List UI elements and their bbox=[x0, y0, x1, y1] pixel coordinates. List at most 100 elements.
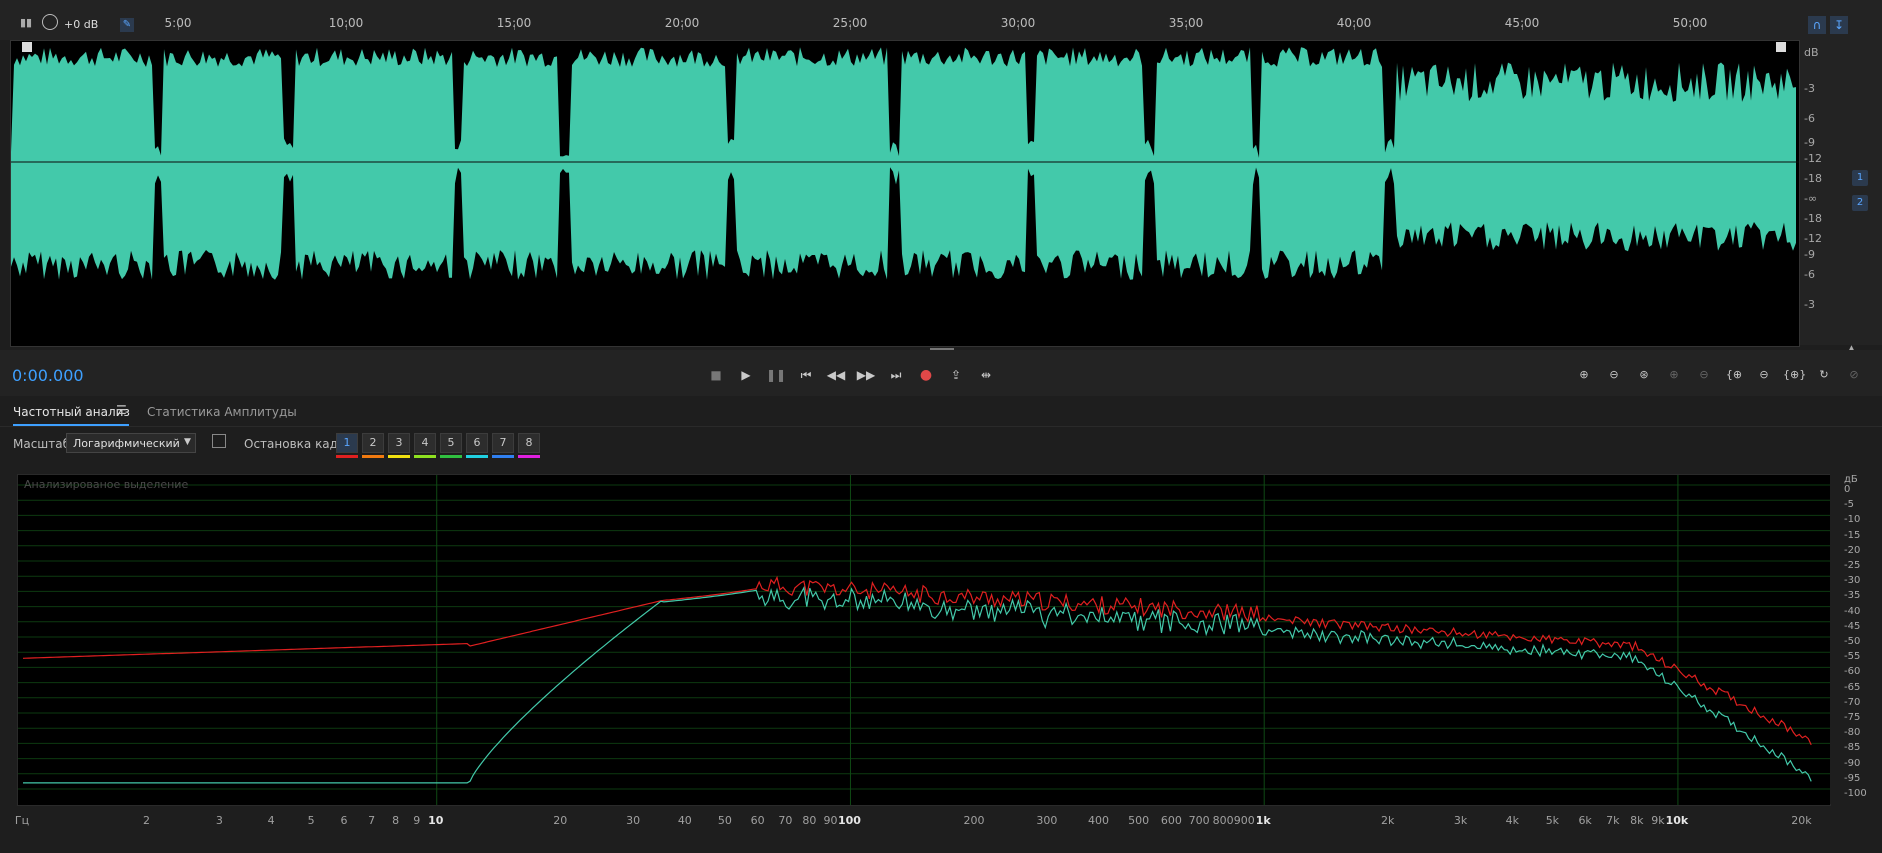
frequency-label: 700 bbox=[1188, 814, 1210, 827]
frequency-label: 5 bbox=[307, 814, 315, 827]
pause-button[interactable]: ❚❚ bbox=[765, 364, 787, 386]
freeze-frame-button-8[interactable]: 8 bbox=[518, 433, 540, 453]
frequency-label: 6k bbox=[1578, 814, 1592, 827]
zoom-reset-icon[interactable]: ⊛ bbox=[1633, 364, 1655, 386]
copy-icon[interactable] bbox=[212, 434, 226, 448]
time-tick-label: 30:00 bbox=[1000, 16, 1036, 30]
frequency-label: 5k bbox=[1545, 814, 1560, 827]
spectrum-db-label: -5 bbox=[1844, 499, 1854, 511]
spectrum-db-label: -30 bbox=[1844, 575, 1861, 587]
rewind-button[interactable]: ◀◀ bbox=[825, 364, 847, 386]
marker-pin-icon[interactable]: ↧ bbox=[1830, 16, 1848, 34]
waveform-db-label: -6 bbox=[1804, 112, 1815, 125]
tab-frequency-analysis[interactable]: Частотный анализ bbox=[13, 405, 130, 419]
waveform-db-label: dB bbox=[1804, 46, 1819, 59]
time-tick-label: 40:00 bbox=[1336, 16, 1372, 30]
scale-dropdown[interactable]: Логарифмический bbox=[66, 433, 196, 453]
spectrum-db-label: -50 bbox=[1844, 636, 1861, 647]
freeze-frame-button-1[interactable]: 1 bbox=[336, 433, 358, 453]
zoom-extra-icon[interactable]: ⊘ bbox=[1843, 364, 1865, 386]
frequency-label: 2k bbox=[1381, 814, 1395, 827]
spectrum-db-label: -80 bbox=[1844, 727, 1861, 739]
time-ruler[interactable]: 5:00 10:00 15:00 20:00 25:00 30:00 35:00 40:00 4… bbox=[118, 14, 1798, 40]
freeze-frame-color bbox=[336, 455, 358, 458]
waveform-display[interactable] bbox=[10, 40, 1800, 347]
time-tick-label: 35:00 bbox=[1168, 16, 1204, 30]
waveform-shape bbox=[11, 47, 1796, 281]
freeze-frame-button-2[interactable]: 2 bbox=[362, 433, 384, 453]
freeze-frame-button-6[interactable]: 6 bbox=[466, 433, 488, 453]
play-button[interactable]: ▶ bbox=[735, 364, 757, 386]
spectrum-db-label: -35 bbox=[1844, 590, 1861, 602]
zoom-out-amplitude-icon[interactable]: ⊖ bbox=[1603, 364, 1625, 386]
zoom-out-time-icon[interactable]: ⊖ bbox=[1693, 364, 1715, 386]
frequency-label: 4k bbox=[1505, 814, 1519, 827]
frequency-axis: Гц 2 3 4 5 6 7 8 9 10 20 30 40 50 60 70 80 90 100 200 300 400… bbox=[15, 806, 1829, 834]
tab-amplitude-statistics[interactable]: Статистика Амплитуды bbox=[147, 405, 297, 419]
spectrum-series-green bbox=[23, 585, 1812, 784]
spectrum-db-scale: дБ 0 -5 -10 -15 -20 -25 -30 -35 -40 -45 -50 -55 -60 -6… bbox=[1830, 474, 1882, 804]
time-tick-label: 45:00 bbox=[1504, 16, 1540, 30]
spectrum-db-label: -70 bbox=[1844, 696, 1861, 708]
zoom-out-full-icon[interactable]: ⊖ bbox=[1753, 364, 1775, 386]
freeze-frame-button-3[interactable]: 3 bbox=[388, 433, 410, 453]
frequency-label: 8k bbox=[1630, 814, 1644, 827]
waveform-db-label: -3 bbox=[1804, 82, 1815, 95]
frequency-label: 9k bbox=[1651, 814, 1665, 827]
frequency-label: 70 bbox=[778, 814, 793, 827]
freeze-frame-button-5[interactable]: 5 bbox=[440, 433, 462, 453]
zoom-selection-icon[interactable]: {⊕} bbox=[1783, 364, 1806, 386]
skip-selection-button[interactable]: ⇹ bbox=[975, 364, 997, 386]
chevron-down-icon: ▼ bbox=[184, 437, 191, 447]
current-time-display[interactable]: 0:00.000 bbox=[12, 366, 84, 385]
fade-in-handle-icon[interactable] bbox=[22, 42, 32, 52]
scale-label: Масштаб: bbox=[13, 437, 75, 451]
waveform-svg bbox=[11, 47, 1799, 281]
freeze-frame-color bbox=[440, 455, 462, 458]
time-tick-label: 50:00 bbox=[1672, 16, 1708, 30]
record-button[interactable]: ● bbox=[915, 364, 937, 386]
frequency-label: 3k bbox=[1453, 814, 1468, 827]
spectrum-db-label: -40 bbox=[1844, 605, 1861, 617]
loop-export-button[interactable]: ⇪ bbox=[945, 364, 967, 386]
channel-1-toggle[interactable]: 1 bbox=[1852, 170, 1868, 186]
frequency-label: 1k bbox=[1255, 814, 1271, 827]
panel-menu-icon[interactable]: ☰ bbox=[116, 403, 127, 417]
spectrum-db-label: -100 bbox=[1844, 788, 1867, 799]
frequency-label: 7 bbox=[368, 814, 376, 827]
frequency-label: 6 bbox=[340, 814, 348, 827]
spectrum-db-label: -45 bbox=[1844, 620, 1861, 632]
waveform-db-label: -18 bbox=[1804, 212, 1822, 225]
waveform-db-label: -3 bbox=[1804, 298, 1815, 311]
stop-button[interactable]: ■ bbox=[705, 364, 727, 386]
frequency-label: 20 bbox=[553, 814, 568, 827]
waveform-db-label: -9 bbox=[1804, 136, 1815, 149]
gain-knob-icon[interactable] bbox=[42, 14, 58, 30]
freeze-frame-color bbox=[492, 455, 514, 458]
fast-forward-button[interactable]: ▶▶ bbox=[855, 364, 877, 386]
frequency-label: 500 bbox=[1128, 814, 1150, 827]
spectrum-display[interactable] bbox=[17, 474, 1831, 806]
zoom-to-fit-icon[interactable]: ↻ bbox=[1813, 364, 1835, 386]
freeze-frame-button-4[interactable]: 4 bbox=[414, 433, 436, 453]
meter-icon[interactable]: ▮▮ bbox=[20, 16, 36, 30]
waveform-db-label: -12 bbox=[1804, 232, 1822, 245]
freeze-frame-color bbox=[466, 455, 488, 458]
frequency-label: 9 bbox=[413, 814, 421, 827]
zoom-in-point-icon[interactable]: {⊕ bbox=[1723, 364, 1745, 386]
freeze-frame-button-7[interactable]: 7 bbox=[492, 433, 514, 453]
go-to-end-button[interactable]: ⏭ bbox=[885, 364, 907, 386]
frequency-label: 600 bbox=[1160, 814, 1182, 827]
freeze-frame-color bbox=[362, 455, 384, 458]
time-tick-label: 20:00 bbox=[664, 16, 700, 30]
zoom-in-amplitude-icon[interactable]: ⊕ bbox=[1573, 364, 1595, 386]
channel-2-toggle[interactable]: 2 bbox=[1852, 195, 1868, 211]
zoom-in-time-icon[interactable]: ⊕ bbox=[1663, 364, 1685, 386]
time-tick-label: 5:00 bbox=[164, 16, 192, 30]
gain-readout: +0 dB bbox=[64, 18, 99, 31]
frequency-label: 8 bbox=[392, 814, 400, 827]
fade-out-handle-icon[interactable] bbox=[1776, 42, 1786, 52]
headphones-icon[interactable]: ∩ bbox=[1808, 16, 1826, 34]
freeze-frame-color bbox=[518, 455, 540, 458]
go-to-start-button[interactable]: ⏮ bbox=[795, 364, 817, 386]
